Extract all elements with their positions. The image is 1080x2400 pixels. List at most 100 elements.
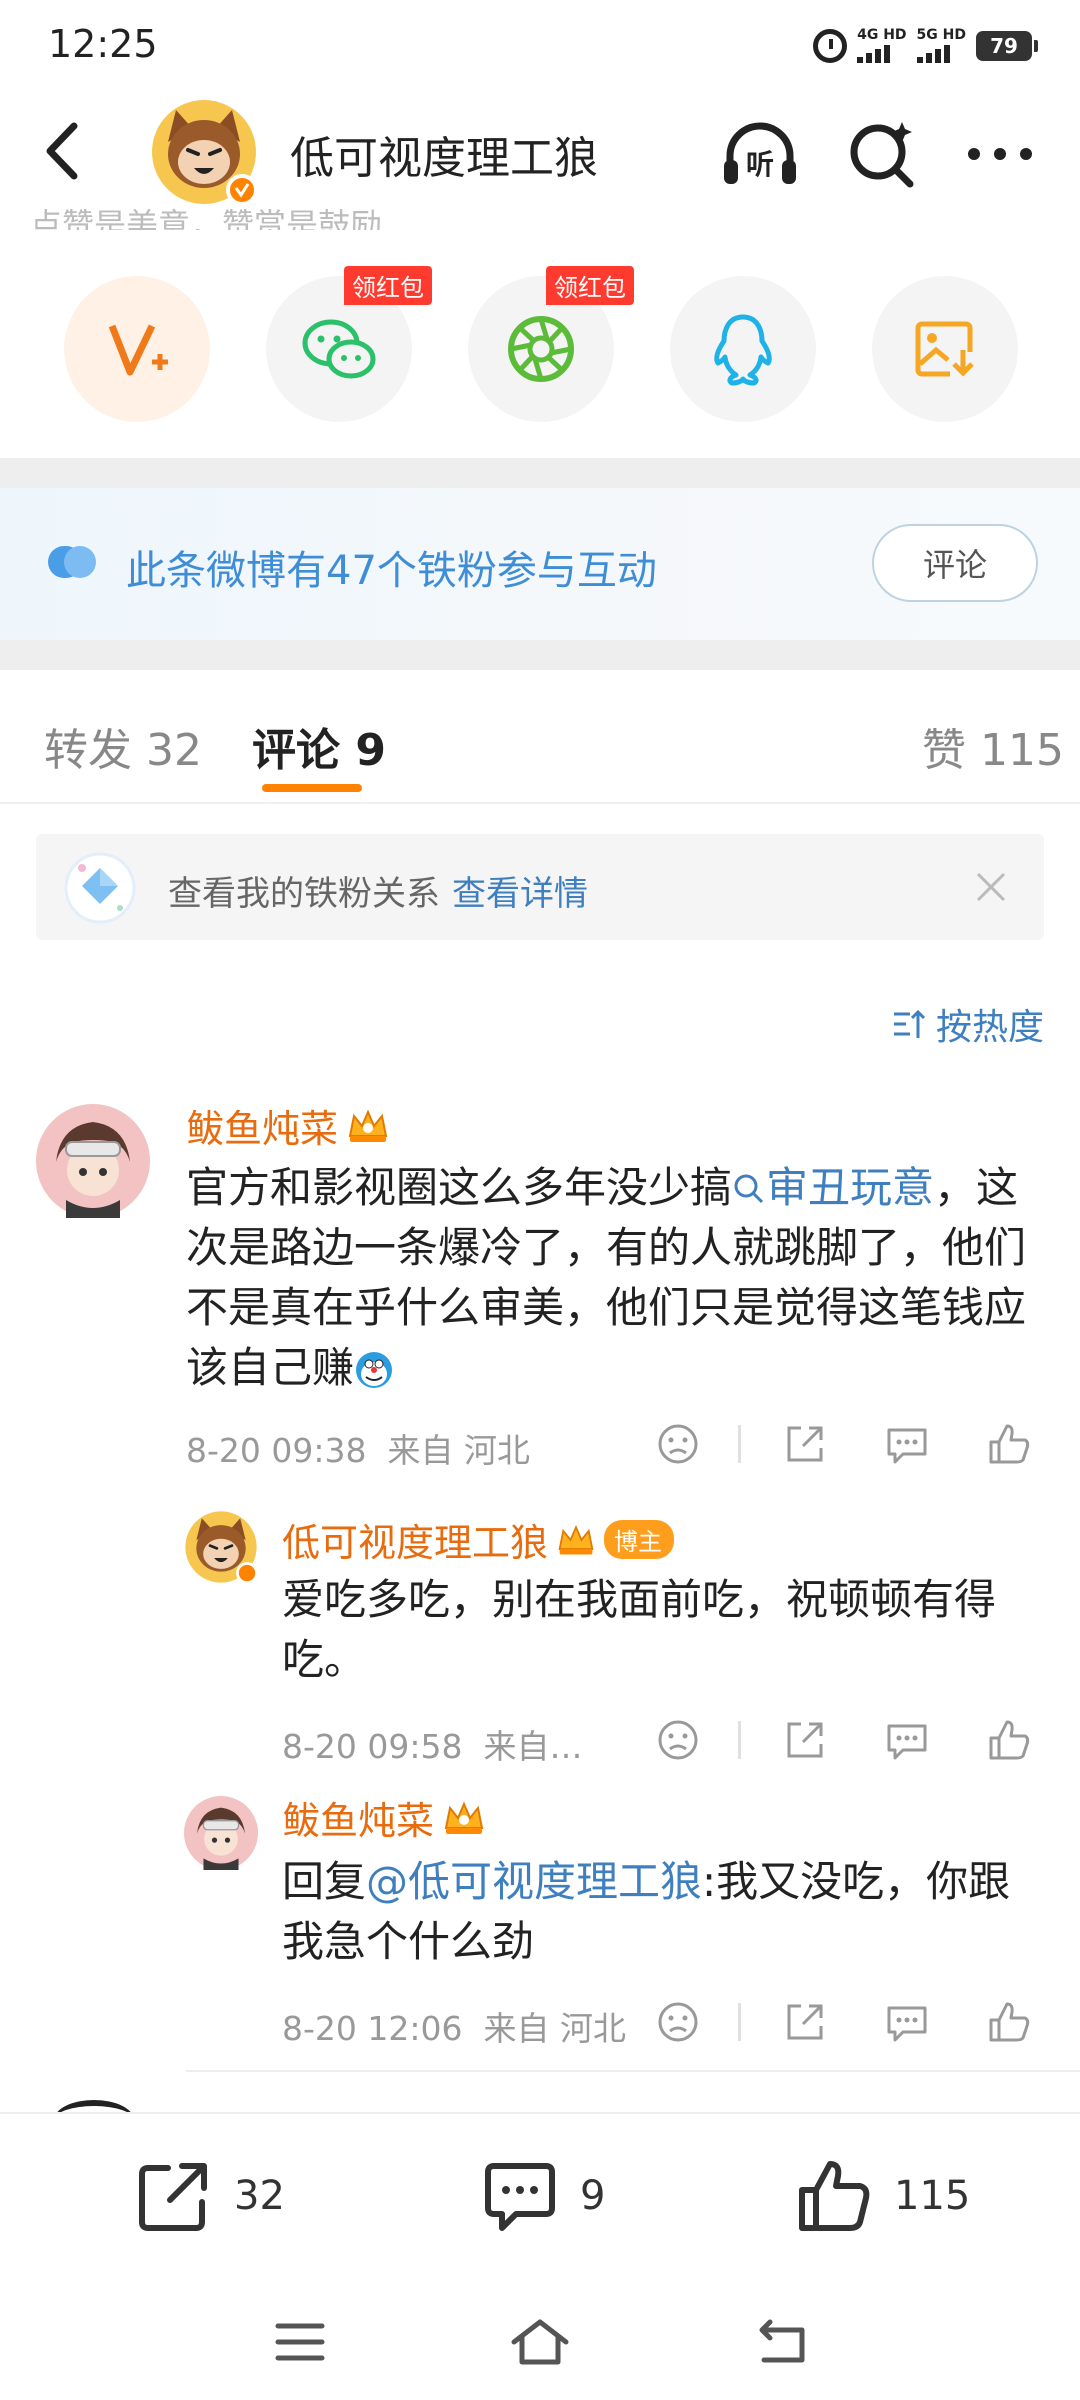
blogger-badge: 博主 [604, 1520, 675, 1559]
tab-repost[interactable]: 转发 32 [44, 714, 202, 778]
vplus-button[interactable] [64, 276, 210, 422]
moments-icon [508, 316, 574, 382]
save-image-icon [915, 321, 976, 378]
sort-icon [893, 1009, 926, 1038]
reward-hint: 点赞是美意，赞赏是鼓励 [30, 206, 383, 230]
crown-icon [348, 1108, 388, 1142]
share-icon[interactable] [781, 1420, 829, 1468]
fans-banner-text: 此条微博有47个铁粉参与互动 [126, 548, 657, 594]
section-gap [0, 458, 1080, 488]
comment-bubble-icon [485, 2163, 555, 2231]
comment-username[interactable]: 鲅鱼炖菜 [186, 1098, 390, 1153]
comment-button[interactable]: 9 [480, 2156, 605, 2236]
active-tab-indicator [262, 784, 362, 792]
search-button[interactable] [840, 112, 924, 196]
comment-actions [654, 1420, 1033, 1468]
reply-avatar[interactable] [184, 1796, 258, 1870]
doraemon-emoji-icon [356, 1352, 393, 1388]
status-bar: 12:25 4G HD 5G HD 79 [0, 0, 1080, 90]
crown-icon [558, 1524, 594, 1555]
fan-relation-text: 查看我的铁粉关系 查看详情 [168, 874, 588, 914]
signal-bars-icon [916, 43, 950, 63]
reply-username[interactable]: 鲅鱼炖菜 [282, 1790, 486, 1845]
repost-icon [139, 2163, 207, 2231]
reply-username[interactable]: 低可视度理工狼 博主 [282, 1512, 675, 1567]
moments-share-button[interactable]: 领红包 [468, 266, 634, 422]
share-row: 领红包 领红包 [0, 266, 1080, 422]
topic-link[interactable]: 审丑玩意 [732, 1163, 934, 1212]
wechat-share-button[interactable]: 领红包 [266, 266, 432, 422]
top-header: 低可视度理工狼 听 [0, 90, 1080, 210]
reply-meta: 8-20 12:06 来自 河北 [282, 2009, 626, 2048]
tab-comment[interactable]: 评论 9 [252, 714, 386, 778]
dislike-icon[interactable] [654, 1420, 702, 1468]
status-icons: 4G HD 5G HD 79 [813, 28, 1038, 63]
signal-bars-icon [857, 43, 891, 63]
reply-text: 爱吃多吃，别在我面前吃，祝顿顿有得吃。 [282, 1575, 997, 1684]
tab-bar: 转发 32 评论 9 赞 115 [0, 670, 1080, 804]
signal-1: 4G HD [857, 28, 907, 63]
reply-meta: 8-20 09:58 来自… [282, 1727, 583, 1766]
comment-icon[interactable] [883, 1420, 931, 1468]
action-divider [738, 1721, 741, 1759]
reply-actions [654, 1998, 1033, 2046]
reply-avatar[interactable] [184, 1510, 258, 1584]
crown-icon [444, 1800, 484, 1834]
comment-icon[interactable] [883, 1998, 931, 2046]
comment-meta: 8-20 09:38 来自 河北 [186, 1431, 530, 1470]
share-icon[interactable] [781, 1716, 829, 1764]
more-icon [968, 148, 1032, 160]
sort-by-hot[interactable]: 按热度 [892, 998, 1044, 1050]
menu-button[interactable] [270, 2312, 330, 2372]
signal-2: 5G HD [916, 28, 966, 63]
page-title: 低可视度理工狼 [290, 133, 598, 184]
alarm-icon [813, 28, 848, 63]
listen-icon: 听 [724, 122, 796, 184]
tab-like[interactable]: 赞 115 [922, 714, 1064, 778]
diamond-icon [64, 852, 136, 924]
listen-button[interactable]: 听 [718, 112, 802, 196]
back-arrow-icon [46, 122, 78, 180]
reply-text: 回复@低可视度理工狼:我又没吃，你跟我急个什么劲 [282, 1857, 1011, 1966]
menu-icon [275, 2323, 325, 2361]
dislike-icon[interactable] [654, 1998, 702, 2046]
home-button[interactable] [510, 2312, 570, 2372]
back-button[interactable] [34, 116, 94, 186]
share-icon[interactable] [781, 1998, 829, 2046]
action-divider [738, 2003, 741, 2041]
like-icon[interactable] [985, 1420, 1033, 1468]
wolf-avatar-icon [152, 100, 258, 206]
commenter-avatar[interactable] [36, 1104, 150, 1218]
save-image-button[interactable] [872, 276, 1018, 422]
thumbs-up-icon [799, 2161, 870, 2231]
dislike-icon[interactable] [654, 1716, 702, 1764]
mention-link[interactable]: @低可视度理工狼 [366, 1857, 702, 1906]
return-button[interactable] [752, 2312, 812, 2372]
comment-icon[interactable] [883, 1716, 931, 1764]
repost-button[interactable]: 32 [134, 2156, 285, 2236]
bottom-action-bar: 32 9 115 [0, 2112, 1080, 2282]
search-icon [734, 1174, 764, 1204]
author-avatar[interactable] [150, 98, 258, 206]
action-divider [738, 1425, 741, 1463]
like-button[interactable]: 115 [794, 2156, 970, 2236]
red-packet-badge: 领红包 [344, 266, 432, 305]
like-icon[interactable] [985, 1716, 1033, 1764]
red-packet-badge: 领红包 [546, 266, 634, 305]
svg-text:听: 听 [746, 148, 774, 181]
close-icon[interactable] [974, 870, 1008, 904]
more-button[interactable] [958, 112, 1042, 196]
fans-comment-button[interactable]: 评论 [872, 524, 1038, 602]
fans-banner: 此条微博有47个铁粉参与互动 评论 [0, 488, 1080, 640]
comment-separator [186, 2070, 1080, 2072]
like-icon[interactable] [985, 1998, 1033, 2046]
return-icon [759, 2319, 805, 2363]
vplus-icon [108, 324, 168, 376]
home-icon [511, 2319, 569, 2365]
system-nav-bar [0, 2282, 1080, 2400]
search-icon [850, 122, 914, 188]
battery-indicator: 79 [976, 30, 1038, 61]
view-details-link[interactable]: 查看详情 [452, 874, 588, 914]
qq-share-button[interactable] [670, 276, 816, 422]
fan-relation-box[interactable]: 查看我的铁粉关系 查看详情 [36, 834, 1044, 940]
